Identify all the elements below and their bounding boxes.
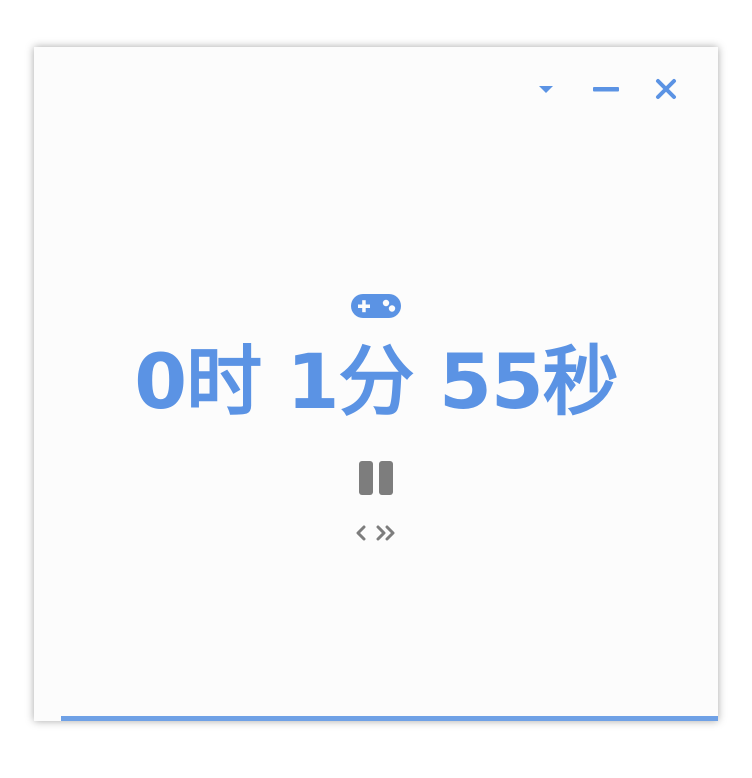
pause-button[interactable]	[357, 459, 395, 497]
close-button[interactable]	[636, 75, 696, 103]
elapsed-time-display: 0时 1分 55秒	[134, 337, 618, 426]
window-controls	[516, 75, 696, 103]
navigation-controls	[348, 521, 400, 545]
dropdown-button[interactable]	[516, 75, 576, 103]
progress-fill	[61, 716, 718, 721]
previous-button[interactable]	[348, 521, 374, 545]
timer-window: 0时 1分 55秒	[34, 47, 718, 721]
skip-forward-button[interactable]	[374, 521, 400, 545]
minimize-button[interactable]	[576, 75, 636, 103]
chevron-left-icon	[356, 525, 366, 541]
caret-down-icon	[539, 86, 553, 93]
double-chevron-right-icon	[376, 525, 395, 541]
minimize-icon	[593, 87, 619, 92]
gamepad-icon	[350, 293, 402, 319]
progress-bar	[34, 716, 718, 721]
pause-icon	[359, 461, 393, 495]
close-icon	[656, 79, 676, 99]
